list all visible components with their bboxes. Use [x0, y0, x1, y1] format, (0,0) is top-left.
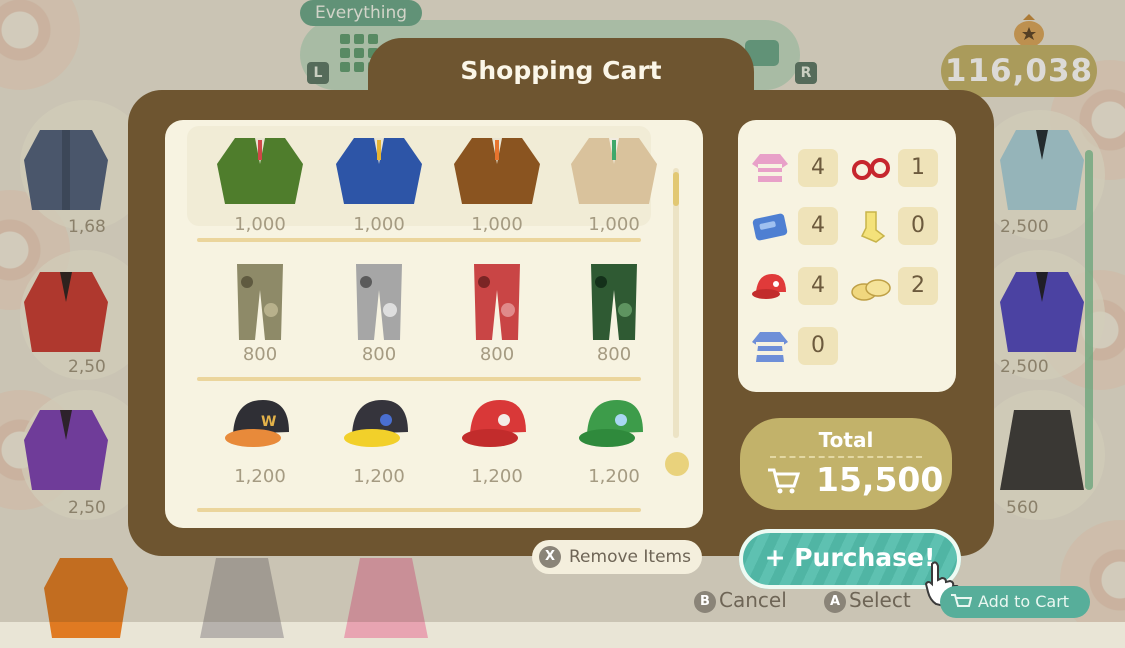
item-price: 1,000	[353, 214, 405, 235]
b-button-icon: B	[694, 591, 716, 613]
item-price: 1,000	[234, 214, 286, 235]
x-button-icon: X	[539, 546, 561, 568]
socks-count: 0	[898, 207, 938, 245]
total-value: 15,500	[816, 460, 944, 499]
dialog-title: Shopping Cart	[460, 56, 662, 85]
green-camo-pants-icon	[591, 264, 637, 340]
cart-item-gray-camo-pants[interactable]: 800	[324, 260, 434, 368]
cart-item-beige-camo-pants[interactable]: 800	[205, 260, 315, 368]
item-price: 1,200	[353, 466, 405, 487]
item-price: 800	[242, 344, 278, 365]
cart-item-beige-jacket[interactable]: 1,000	[559, 130, 669, 238]
cart-icon	[768, 468, 800, 494]
total-label: Total	[818, 428, 874, 452]
tops-count: 4	[798, 149, 838, 187]
item-price: 1,000	[588, 214, 640, 235]
remove-items-label: Remove Items	[569, 547, 691, 567]
cart-item-green-camo-pants[interactable]: 800	[559, 260, 669, 368]
total-divider	[770, 456, 922, 458]
cart-item-black-cap-orange[interactable]: W 1,200	[205, 382, 315, 490]
cart-small-icon	[951, 594, 972, 607]
caps-icon	[752, 274, 786, 299]
dress-icon	[752, 332, 788, 362]
blue-plaid-jacket-icon	[336, 138, 422, 204]
cart-scrollbar-thumb[interactable]	[673, 172, 679, 206]
cart-scrollbar-track[interactable]	[673, 168, 679, 438]
cart-item-red-camo-pants[interactable]: 800	[442, 260, 552, 368]
cancel-label: Cancel	[719, 588, 787, 612]
glasses-icon	[852, 158, 890, 180]
shoes-icon	[851, 279, 891, 301]
select-hint[interactable]: A Select	[824, 588, 911, 613]
caps-count: 4	[798, 267, 838, 305]
item-price: 800	[596, 344, 632, 365]
row-separator	[197, 508, 641, 512]
cart-item-red-cap[interactable]: 1,200	[442, 382, 552, 490]
add-to-cart-label: Add to Cart	[978, 592, 1070, 611]
black-cap-orange-icon: W	[225, 400, 289, 447]
beige-camo-pants-icon	[237, 264, 283, 340]
bottoms-icon	[752, 213, 788, 241]
red-cap-icon	[462, 400, 526, 447]
remove-items-button[interactable]: X Remove Items	[532, 540, 702, 574]
green-plaid-jacket-icon	[217, 138, 303, 204]
svg-text:W: W	[261, 414, 276, 430]
beige-plaid-jacket-icon	[571, 138, 657, 204]
select-label: Select	[849, 588, 911, 612]
total-box: Total 15,500	[740, 418, 952, 510]
row-separator	[197, 238, 641, 242]
cart-item-blue-jacket[interactable]: 1,000	[324, 130, 434, 238]
item-price: 1,200	[471, 466, 523, 487]
brown-plaid-jacket-icon	[454, 138, 540, 204]
cart-items-panel: 1,000 1,000 1,000 1,000 800 800 800 800 …	[165, 120, 703, 528]
category-summary-panel: 4 1 4 0 4 2 0	[738, 120, 956, 392]
socks-icon	[860, 211, 886, 243]
row-separator	[197, 377, 641, 381]
green-cap-icon	[579, 400, 643, 447]
item-price: 800	[361, 344, 397, 365]
cart-item-brown-jacket[interactable]: 1,000	[442, 130, 552, 238]
item-price: 1,200	[234, 466, 286, 487]
item-price: 1,200	[588, 466, 640, 487]
add-to-cart-button[interactable]: Add to Cart	[940, 586, 1090, 618]
item-price: 1,000	[471, 214, 523, 235]
black-cap-yellow-icon	[344, 400, 408, 447]
cart-item-green-jacket[interactable]: 1,000	[205, 130, 315, 238]
gray-camo-pants-icon	[356, 264, 402, 340]
item-price: 800	[479, 344, 515, 365]
cancel-hint[interactable]: B Cancel	[694, 588, 787, 613]
cart-item-black-cap-yellow[interactable]: 1,200	[324, 382, 434, 490]
a-button-icon: A	[824, 591, 846, 613]
right-stick-scroll-icon	[665, 452, 689, 476]
tops-icon	[752, 154, 788, 182]
red-camo-pants-icon	[474, 264, 520, 340]
shoes-count: 2	[898, 267, 938, 305]
cart-item-green-cap[interactable]: 1,200	[559, 382, 669, 490]
dress-count: 0	[798, 327, 838, 365]
bottoms-count: 4	[798, 207, 838, 245]
glasses-count: 1	[898, 149, 938, 187]
